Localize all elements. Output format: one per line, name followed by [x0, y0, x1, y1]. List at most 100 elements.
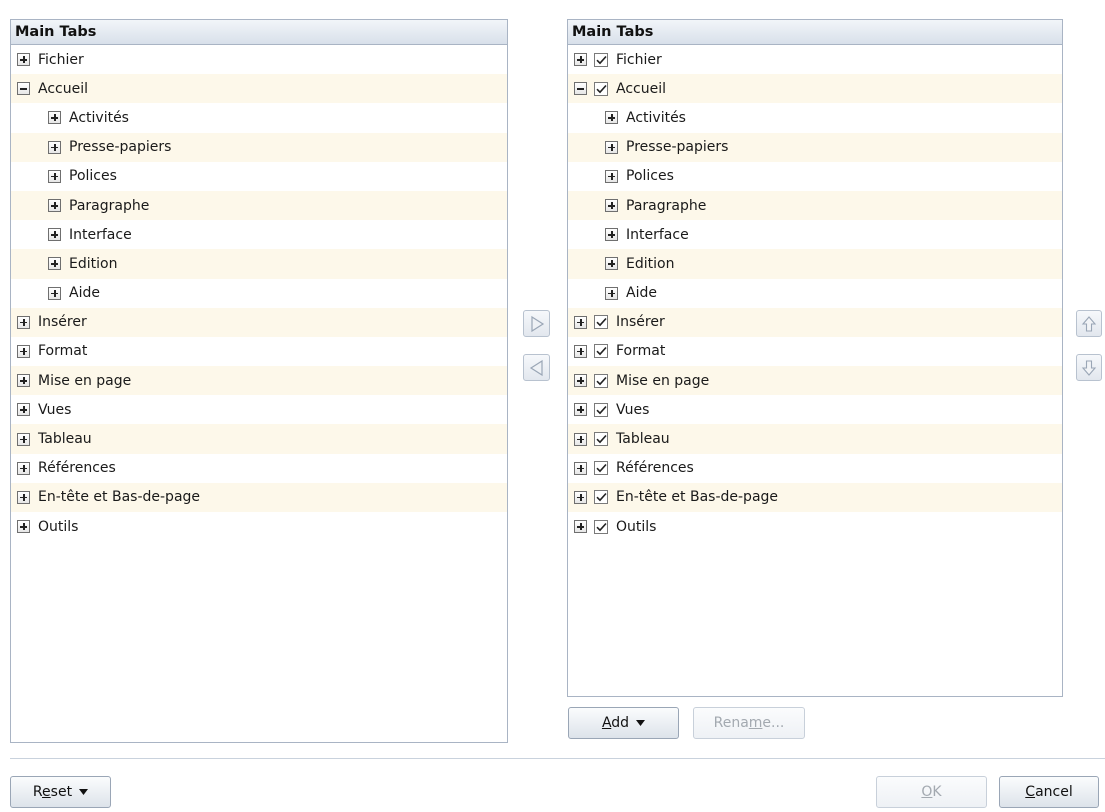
- expand-plus-icon[interactable]: [605, 169, 618, 183]
- tab-visible-checkbox[interactable]: [594, 519, 608, 534]
- expand-plus-icon[interactable]: [17, 432, 30, 446]
- collapse-minus-icon[interactable]: [17, 82, 30, 96]
- triangle-left-icon: [529, 359, 543, 376]
- right-panel-item-inserer[interactable]: Insérer: [568, 307, 1062, 337]
- tab-visible-checkbox[interactable]: [594, 490, 608, 505]
- left-panel-item-format[interactable]: Format: [11, 336, 507, 367]
- expand-plus-icon[interactable]: [17, 461, 30, 475]
- tab-visible-checkbox[interactable]: [594, 315, 608, 330]
- tree-item-label: Edition: [69, 255, 118, 272]
- move-down-button[interactable]: [1076, 354, 1102, 381]
- tab-visible-checkbox[interactable]: [594, 461, 608, 476]
- triangle-right-icon: [530, 315, 544, 332]
- tab-visible-checkbox[interactable]: [594, 52, 608, 67]
- expand-plus-icon[interactable]: [605, 111, 618, 125]
- tab-visible-checkbox[interactable]: [594, 402, 608, 417]
- tab-visible-checkbox[interactable]: [594, 432, 608, 447]
- expand-plus-icon[interactable]: [605, 286, 618, 300]
- expand-plus-icon[interactable]: [17, 520, 30, 534]
- left-panel-item-presse-papiers[interactable]: Presse-papiers: [11, 132, 507, 162]
- customize-ribbon-tree[interactable]: Main Tabs Fichier Accueil Activités Presse-…: [567, 19, 1063, 697]
- arrow-down-icon: [1081, 359, 1097, 376]
- expand-plus-icon[interactable]: [574, 374, 587, 388]
- cancel-button[interactable]: Cancel: [999, 776, 1099, 808]
- right-panel-item-accueil[interactable]: Accueil: [568, 74, 1062, 104]
- expand-plus-icon[interactable]: [574, 461, 587, 475]
- tab-visible-checkbox[interactable]: [594, 373, 608, 388]
- right-panel-item-polices[interactable]: Polices: [568, 161, 1062, 191]
- expand-plus-icon[interactable]: [48, 199, 61, 213]
- add-button[interactable]: Add: [568, 707, 679, 739]
- expand-plus-icon[interactable]: [48, 286, 61, 300]
- expand-plus-icon[interactable]: [48, 257, 61, 271]
- expand-plus-icon[interactable]: [17, 53, 30, 67]
- expand-plus-icon[interactable]: [17, 344, 30, 358]
- left-panel-item-accueil[interactable]: Accueil: [11, 74, 507, 104]
- move-up-button[interactable]: [1076, 310, 1102, 337]
- left-panel-item-vues[interactable]: Vues: [11, 395, 507, 425]
- left-panel-item-outils[interactable]: Outils: [11, 512, 507, 542]
- left-panel-item-activites[interactable]: Activités: [11, 103, 507, 133]
- left-panel-item-mise-en-page[interactable]: Mise en page: [11, 366, 507, 396]
- left-panel-item-fichier[interactable]: Fichier: [11, 45, 507, 75]
- left-panel-item-paragraphe[interactable]: Paragraphe: [11, 190, 507, 221]
- expand-plus-icon[interactable]: [574, 490, 587, 504]
- checkmark-icon: [595, 434, 607, 444]
- left-panel-item-inserer[interactable]: Insérer: [11, 307, 507, 337]
- checkmark-icon: [595, 493, 607, 502]
- available-commands-tree[interactable]: Main Tabs Fichier Accueil Activités Presse-…: [10, 19, 508, 743]
- tab-visible-checkbox[interactable]: [594, 344, 608, 359]
- tree-item-label: Presse-papiers: [626, 139, 729, 156]
- expand-plus-icon[interactable]: [17, 490, 30, 504]
- expand-plus-icon[interactable]: [48, 228, 61, 242]
- right-tree-rows: Fichier Accueil Activités Presse-papiers Pol…: [568, 45, 1062, 542]
- right-panel-item-activites[interactable]: Activités: [568, 103, 1062, 133]
- expand-plus-icon[interactable]: [605, 140, 618, 154]
- ok-button[interactable]: OK: [876, 776, 987, 808]
- right-panel-item-paragraphe[interactable]: Paragraphe: [568, 190, 1062, 221]
- expand-plus-icon[interactable]: [574, 315, 587, 329]
- add-to-ribbon-button[interactable]: [523, 310, 550, 337]
- right-panel-item-interface[interactable]: Interface: [568, 220, 1062, 250]
- right-panel-item-edition[interactable]: Edition: [568, 249, 1062, 279]
- expand-plus-icon[interactable]: [574, 432, 587, 446]
- right-panel-item-fichier[interactable]: Fichier: [568, 45, 1062, 75]
- right-panel-item-en-tete-et-bas-de-page[interactable]: En-tête et Bas-de-page: [568, 482, 1062, 512]
- expand-plus-icon[interactable]: [48, 169, 61, 183]
- checkmark-icon: [595, 84, 607, 94]
- ok-button-label: OK: [921, 784, 942, 800]
- expand-plus-icon[interactable]: [574, 53, 587, 67]
- checkmark-icon: [595, 522, 607, 531]
- right-panel-item-format[interactable]: Format: [568, 336, 1062, 367]
- left-panel-item-edition[interactable]: Edition: [11, 249, 507, 279]
- left-panel-item-polices[interactable]: Polices: [11, 161, 507, 191]
- left-panel-item-aide[interactable]: Aide: [11, 278, 507, 308]
- right-panel-item-outils[interactable]: Outils: [568, 512, 1062, 542]
- expand-plus-icon[interactable]: [48, 111, 61, 125]
- expand-plus-icon[interactable]: [574, 520, 587, 534]
- collapse-minus-icon[interactable]: [574, 82, 587, 96]
- right-panel-item-aide[interactable]: Aide: [568, 278, 1062, 308]
- expand-plus-icon[interactable]: [17, 403, 30, 417]
- left-panel-item-references[interactable]: Références: [11, 453, 507, 483]
- expand-plus-icon[interactable]: [17, 374, 30, 388]
- expand-plus-icon[interactable]: [605, 199, 618, 213]
- tab-visible-checkbox[interactable]: [594, 81, 608, 96]
- expand-plus-icon[interactable]: [574, 403, 587, 417]
- expand-plus-icon[interactable]: [17, 315, 30, 329]
- expand-plus-icon[interactable]: [605, 257, 618, 271]
- right-panel-item-references[interactable]: Références: [568, 453, 1062, 483]
- left-panel-item-tableau[interactable]: Tableau: [11, 424, 507, 454]
- reset-button[interactable]: Reset: [10, 776, 111, 808]
- rename-button[interactable]: Rename...: [693, 707, 805, 739]
- right-panel-item-vues[interactable]: Vues: [568, 395, 1062, 425]
- left-panel-item-en-tete-et-bas-de-page[interactable]: En-tête et Bas-de-page: [11, 482, 507, 512]
- remove-from-ribbon-button[interactable]: [523, 354, 550, 381]
- right-panel-item-presse-papiers[interactable]: Presse-papiers: [568, 132, 1062, 162]
- expand-plus-icon[interactable]: [574, 344, 587, 358]
- expand-plus-icon[interactable]: [48, 140, 61, 154]
- right-panel-item-tableau[interactable]: Tableau: [568, 424, 1062, 454]
- right-panel-item-mise-en-page[interactable]: Mise en page: [568, 366, 1062, 396]
- left-panel-item-interface[interactable]: Interface: [11, 220, 507, 250]
- expand-plus-icon[interactable]: [605, 228, 618, 242]
